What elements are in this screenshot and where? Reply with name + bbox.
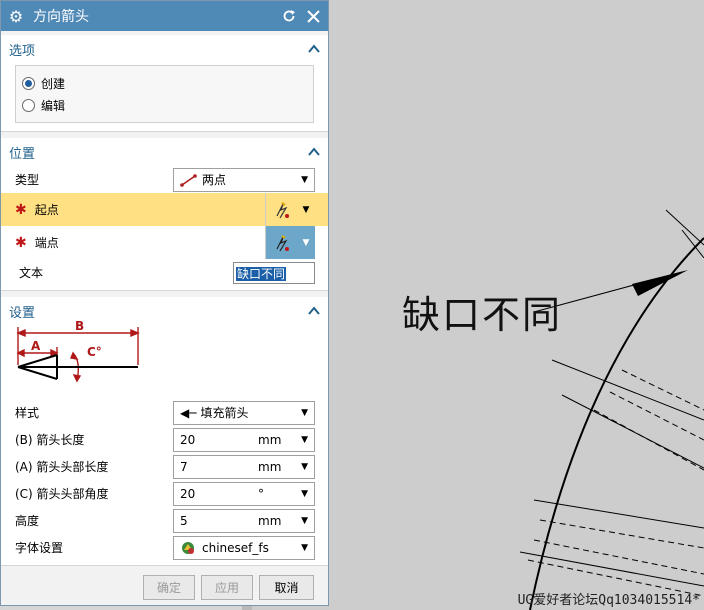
chevron-down-icon[interactable]: ▼ [301, 489, 308, 499]
head-length-value: 7 [180, 459, 188, 474]
arrow-head [632, 270, 688, 296]
unit-label: mm [258, 432, 282, 447]
chevron-down-icon[interactable]: ▼ [297, 226, 315, 259]
dialog-title: 方向箭头 [33, 9, 89, 25]
options-radio-group: 创建 编辑 [15, 65, 314, 123]
ok-button[interactable]: 确定 [143, 575, 195, 600]
dialog-titlebar[interactable]: ⚙ 方向箭头 [1, 1, 328, 31]
two-point-icon [180, 173, 197, 187]
section-title: 设置 [9, 305, 36, 321]
solid-edges [519, 359, 704, 587]
radio-label: 创建 [41, 76, 66, 91]
text-input-value: 缺口不同 [236, 266, 287, 281]
gear-icon[interactable]: ⚙ [7, 7, 25, 26]
cancel-button[interactable]: 取消 [259, 575, 314, 600]
arrow-length-field[interactable]: 20 mm ▼ [173, 427, 315, 452]
required-star-icon: ✱ [15, 234, 27, 251]
font-label: 字体设置 [15, 541, 64, 555]
radio-create[interactable]: 创建 [22, 72, 307, 94]
close-icon[interactable] [304, 7, 322, 25]
type-value: 两点 [202, 173, 227, 187]
settings-header[interactable]: 设置 [1, 297, 328, 325]
radio-label: 编辑 [41, 98, 66, 113]
direction-arrow-dialog: ⚙ 方向箭头 选项 创建 编辑 位置 类型 两点 ▼ ✱ 起点 ▼ ✱ 端点 ▼… [0, 0, 329, 606]
point-snap-button[interactable] [265, 193, 297, 226]
options-header[interactable]: 选项 [1, 35, 328, 63]
radio-button[interactable] [22, 98, 35, 112]
type-select[interactable]: 两点 ▼ [173, 167, 315, 192]
head-length-field[interactable]: 7 mm ▼ [173, 454, 315, 479]
chevron-down-icon: ▼ [301, 542, 308, 553]
start-point-label: 起点 [34, 203, 59, 217]
required-star-icon: ✱ [15, 201, 27, 218]
height-label: 高度 [15, 514, 40, 528]
filled-arrow-icon: ◀─ [180, 405, 197, 420]
settings-section: 设置 B A C° 样式 ◀─ 填充箭头 ▼ (B) 箭头长度 20 mm ▼ … [1, 297, 328, 568]
start-point-row[interactable]: ✱ 起点 ▼ [1, 193, 328, 226]
text-label: 文本 [19, 266, 44, 280]
chevron-down-icon[interactable]: ▼ [301, 435, 308, 445]
point-dialog-icon [275, 201, 289, 218]
collapse-chevron-icon[interactable] [308, 305, 320, 317]
type-label: 类型 [15, 173, 40, 187]
position-header[interactable]: 位置 [1, 138, 328, 166]
options-section: 选项 创建 编辑 [1, 35, 328, 132]
font-row: 字体设置 chinesef_fs ▼ [1, 534, 328, 561]
arrow-length-row: (B) 箭头长度 20 mm ▼ [1, 426, 328, 453]
annotation-text[interactable]: 缺口不同 [402, 284, 562, 339]
style-label: 样式 [15, 406, 40, 420]
unit-label: mm [258, 459, 282, 474]
font-value: chinesef_fs [202, 540, 269, 555]
app-window: 缺口不同 UG爱好者论坛Qq1034015514* ⚙ 方向箭头 选项 创建 编… [0, 0, 704, 610]
height-field[interactable]: 5 mm ▼ [173, 508, 315, 533]
head-angle-field[interactable]: 20 ° ▼ [173, 481, 315, 506]
radio-edit[interactable]: 编辑 [22, 94, 307, 116]
style-row: 样式 ◀─ 填充箭头 ▼ [1, 399, 328, 426]
dim-a-label: A [31, 339, 41, 353]
style-select[interactable]: ◀─ 填充箭头 ▼ [173, 400, 315, 425]
chevron-down-icon: ▼ [301, 407, 308, 418]
dim-c-label: C° [87, 345, 102, 359]
dim-b-label: B [75, 319, 85, 333]
edge-line [665, 209, 704, 246]
text-row: 文本 缺口不同 [1, 259, 328, 286]
collapse-chevron-icon[interactable] [308, 43, 320, 55]
font-settings-icon [182, 541, 194, 554]
head-length-label: (A) 箭头头部长度 [15, 460, 109, 474]
font-select[interactable]: chinesef_fs ▼ [173, 535, 315, 560]
arrow-dimension-diagram: B A C° [11, 319, 328, 389]
type-row: 类型 两点 ▼ [1, 166, 328, 193]
unit-label: ° [258, 486, 264, 501]
section-title: 位置 [9, 146, 36, 162]
height-value: 5 [180, 513, 188, 528]
dialog-footer: 确定 应用 取消 [1, 565, 328, 605]
radio-button[interactable] [22, 76, 35, 90]
apply-button[interactable]: 应用 [201, 575, 253, 600]
chevron-down-icon[interactable]: ▼ [297, 193, 315, 226]
unit-label: mm [258, 513, 282, 528]
end-point-row[interactable]: ✱ 端点 ▼ [1, 226, 328, 259]
watermark-text: UG爱好者论坛Qq1034015514* [517, 593, 700, 608]
head-angle-row: (C) 箭头头部角度 20 ° ▼ [1, 480, 328, 507]
arrow-length-label: (B) 箭头长度 [15, 433, 85, 447]
chevron-down-icon: ▼ [301, 174, 308, 185]
reset-icon[interactable] [280, 7, 298, 25]
head-length-row: (A) 箭头头部长度 7 mm ▼ [1, 453, 328, 480]
chevron-down-icon[interactable]: ▼ [301, 516, 308, 526]
head-angle-value: 20 [180, 486, 196, 501]
end-point-label: 端点 [34, 236, 59, 250]
collapse-chevron-icon[interactable] [308, 146, 320, 158]
text-input[interactable]: 缺口不同 [233, 261, 315, 284]
arrow-length-value: 20 [180, 432, 196, 447]
point-snap-button[interactable] [265, 226, 297, 259]
chevron-down-icon[interactable]: ▼ [301, 462, 308, 472]
dashed-slots [527, 369, 704, 597]
height-row: 高度 5 mm ▼ [1, 507, 328, 534]
section-title: 选项 [9, 43, 36, 59]
position-section: 位置 类型 两点 ▼ ✱ 起点 ▼ ✱ 端点 ▼ 文本 缺口不同 [1, 138, 328, 291]
point-dialog-icon [275, 234, 289, 251]
style-value: 填充箭头 [200, 406, 249, 420]
head-angle-label: (C) 箭头头部角度 [15, 487, 109, 501]
